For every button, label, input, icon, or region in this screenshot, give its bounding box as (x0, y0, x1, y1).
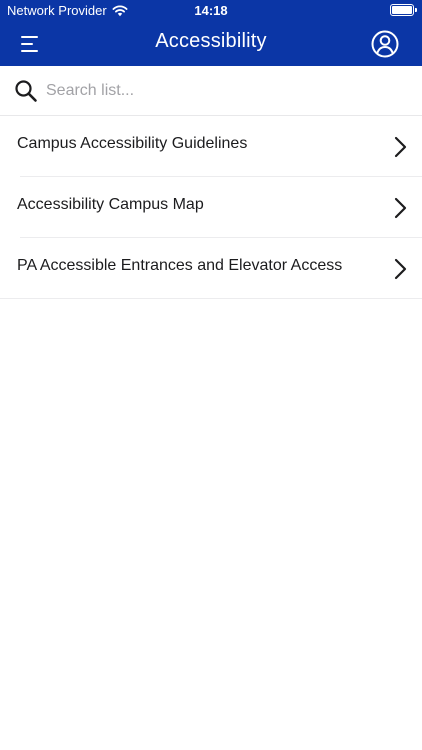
battery-icon (390, 4, 417, 16)
list-divider (0, 298, 422, 299)
chevron-right-icon (394, 136, 407, 158)
status-bar: Network Provider 14:18 (0, 0, 422, 22)
status-time: 14:18 (194, 3, 228, 18)
search-icon (15, 80, 37, 102)
list: Campus Accessibility Guidelines Accessib… (0, 116, 422, 299)
top-bar: Network Provider 14:18 Accessibility (0, 0, 422, 66)
chevron-right-icon (394, 197, 407, 219)
list-item-campus-accessibility-guidelines[interactable]: Campus Accessibility Guidelines (0, 116, 422, 177)
search-input[interactable] (46, 78, 406, 104)
page-title: Accessibility (155, 30, 267, 52)
list-item-pa-accessible-entrances[interactable]: PA Accessible Entrances and Elevator Acc… (0, 238, 422, 299)
chevron-right-icon (394, 258, 407, 280)
list-item-label: PA Accessible Entrances and Elevator Acc… (17, 257, 343, 274)
nav-bar: Accessibility (0, 22, 422, 66)
list-item-accessibility-campus-map[interactable]: Accessibility Campus Map (0, 177, 422, 238)
battery-fill (392, 6, 412, 14)
search-bar (0, 66, 422, 116)
profile-icon (371, 30, 399, 58)
profile-button[interactable] (370, 29, 400, 59)
list-item-label: Accessibility Campus Map (17, 196, 204, 213)
list-item-label: Campus Accessibility Guidelines (17, 135, 248, 152)
